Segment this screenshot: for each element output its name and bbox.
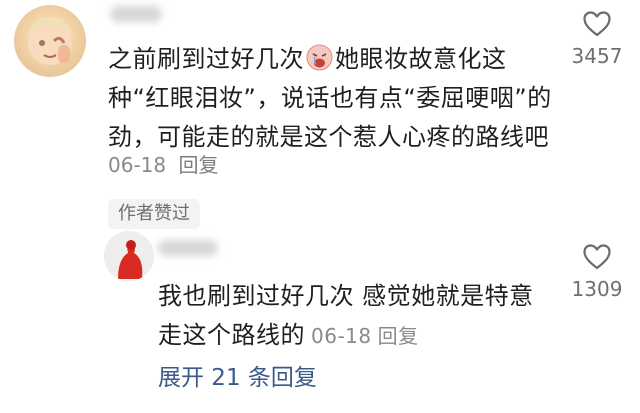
heart-outline-icon[interactable]	[582, 243, 612, 271]
reply-avatar[interactable]	[104, 231, 154, 281]
comment-date: 06-18	[108, 153, 167, 177]
like-button[interactable]: 3457	[557, 10, 637, 68]
comment-meta: 06-18 回复	[108, 150, 218, 180]
reply-button[interactable]: 回复	[378, 324, 419, 348]
reply-text: 我也刷到过好几次 感觉她就是特意走这个路线的 06-18 回复	[158, 277, 553, 356]
expand-replies-link[interactable]: 展开 21 条回复	[158, 363, 317, 393]
avatar[interactable]	[14, 5, 86, 77]
heart-outline-icon[interactable]	[582, 10, 612, 38]
like-count: 3457	[571, 44, 623, 68]
avatar-illustration	[28, 16, 72, 65]
comment-text: 之前刷到过好几次 她眼妆故意化这种“红眼泪妆”，说话也有点“委屈哽咽”的劲，可能走…	[108, 40, 553, 157]
reply-like-button[interactable]: 1309	[557, 243, 637, 301]
author-liked-badge: 作者赞过	[108, 199, 200, 229]
avatar-illustration	[104, 231, 154, 281]
reply-like-count: 1309	[571, 277, 623, 301]
reply-date: 06-18	[311, 324, 372, 348]
comment-text-part-1: 之前刷到过好几次	[108, 45, 304, 73]
crying-face-emoji-icon	[306, 44, 333, 71]
reply-button[interactable]: 回复	[178, 153, 218, 177]
username[interactable]	[110, 6, 162, 22]
reply-username[interactable]	[158, 240, 218, 256]
